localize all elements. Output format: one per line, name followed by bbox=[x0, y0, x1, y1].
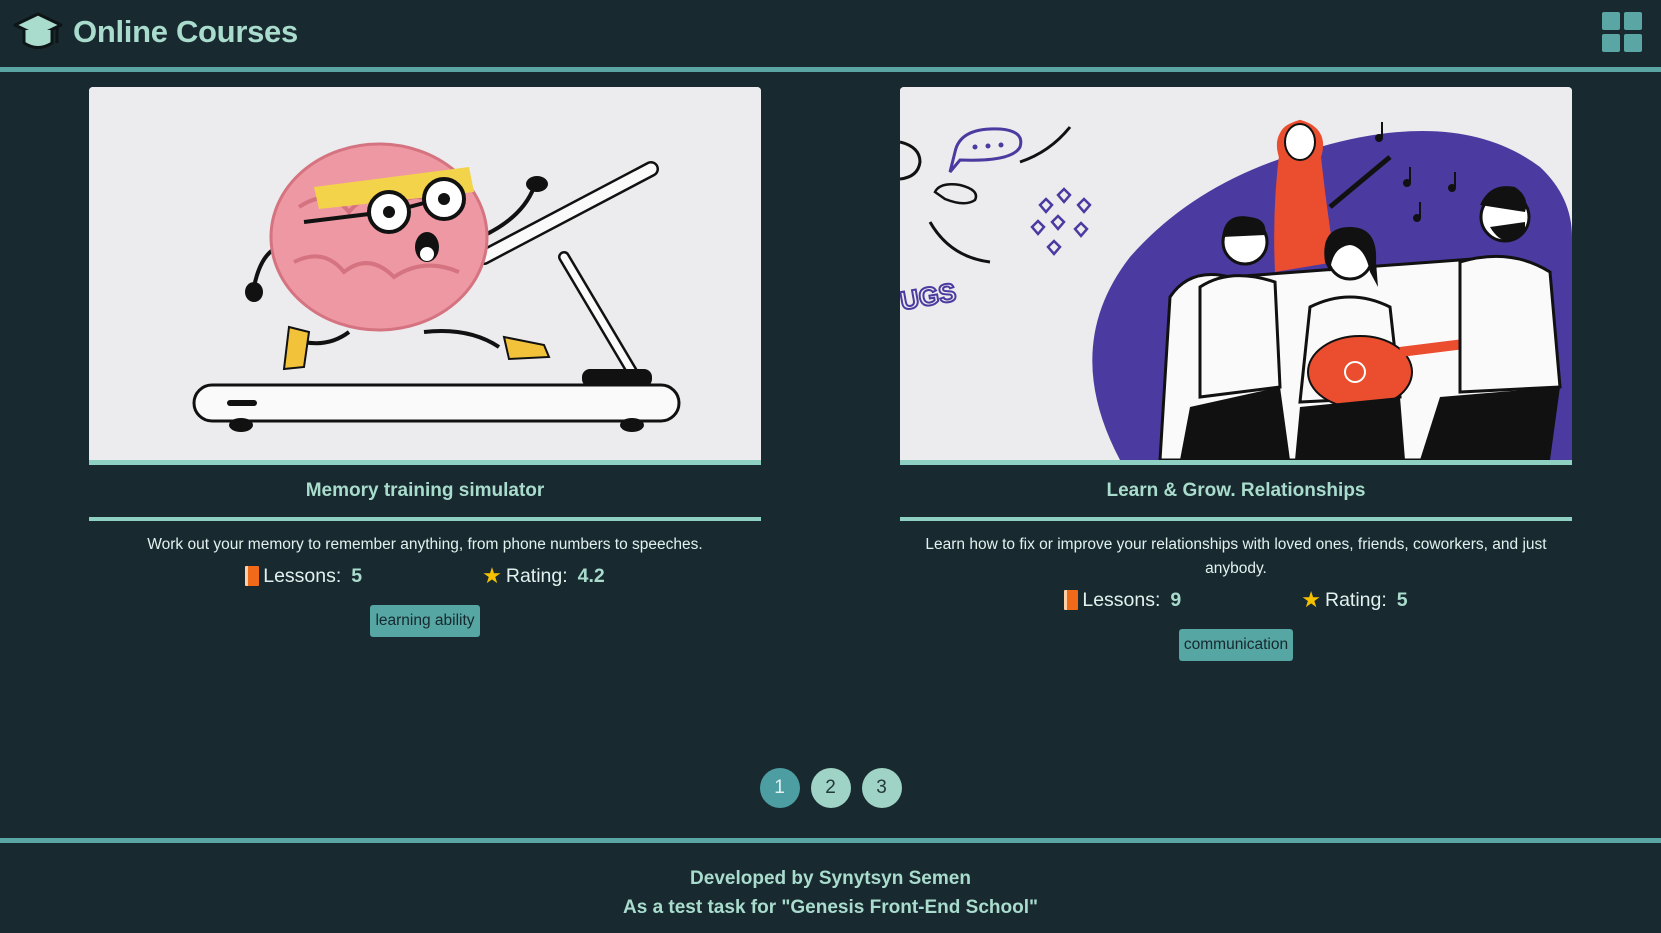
tag-list: learning ability bbox=[89, 605, 761, 637]
course-stats: Lessons: 9 ★ Rating: 5 bbox=[900, 587, 1572, 613]
page-button-3[interactable]: 3 bbox=[861, 768, 902, 808]
grid-cell bbox=[1602, 12, 1620, 30]
star-icon: ★ bbox=[1301, 587, 1321, 612]
grid-cell bbox=[1624, 12, 1642, 30]
footer-credit: Developed by Synytsyn Semen bbox=[690, 868, 971, 889]
rating-value: 4.2 bbox=[577, 564, 605, 587]
rating-label: Rating: bbox=[1325, 588, 1387, 611]
course-title[interactable]: Memory training simulator bbox=[89, 465, 761, 521]
lessons-stat: Lessons: 9 bbox=[1064, 587, 1181, 613]
lessons-label: Lessons: bbox=[1082, 588, 1161, 611]
course-card[interactable]: UGS Learn & Grow. Relationships Learn ho… bbox=[900, 87, 1572, 661]
course-description: Learn how to fix or improve your relatio… bbox=[925, 536, 1547, 577]
skill-tag[interactable]: communication bbox=[1178, 629, 1294, 661]
page-button-2[interactable]: 2 bbox=[810, 768, 851, 808]
rating-stat: ★ Rating: 4.2 bbox=[482, 563, 605, 589]
rating-label: Rating: bbox=[505, 564, 568, 587]
course-title[interactable]: Learn & Grow. Relationships bbox=[900, 465, 1572, 521]
course-image[interactable] bbox=[89, 87, 761, 465]
rating-stat: ★ Rating: 5 bbox=[1301, 587, 1407, 613]
pagination: 1 2 3 bbox=[0, 768, 1661, 808]
grid-cell bbox=[1624, 34, 1642, 52]
lessons-count: 5 bbox=[351, 564, 363, 587]
footer-note: As a test task for "Genesis Front-End Sc… bbox=[623, 897, 1038, 918]
book-icon bbox=[1064, 590, 1079, 610]
page-button-1[interactable]: 1 bbox=[759, 768, 800, 808]
brain-on-treadmill-illustration bbox=[89, 87, 761, 460]
page-footer: Developed by Synytsyn Semen As a test ta… bbox=[0, 838, 1661, 933]
app-title: Online Courses bbox=[73, 14, 298, 49]
friends-singing-illustration: UGS bbox=[900, 87, 1572, 460]
star-icon: ★ bbox=[482, 563, 502, 588]
lessons-count: 9 bbox=[1170, 588, 1182, 611]
course-stats: Lessons: 5 ★ Rating: 4.2 bbox=[89, 563, 761, 589]
lessons-stat: Lessons: 5 bbox=[245, 563, 362, 589]
tag-list: communication bbox=[900, 629, 1572, 661]
grid-cell bbox=[1602, 34, 1620, 52]
lessons-label: Lessons: bbox=[263, 564, 342, 587]
book-icon bbox=[245, 566, 260, 586]
app-header: Online Courses bbox=[0, 0, 1661, 72]
grid-view-icon[interactable] bbox=[1602, 12, 1642, 52]
skill-tag[interactable]: learning ability bbox=[370, 605, 480, 637]
course-description: Work out your memory to remember anythin… bbox=[147, 536, 703, 553]
rating-value: 5 bbox=[1396, 588, 1408, 611]
graduation-cap-icon bbox=[13, 12, 63, 49]
course-image[interactable]: UGS bbox=[900, 87, 1572, 465]
course-card[interactable]: Memory training simulator Work out your … bbox=[89, 87, 761, 637]
